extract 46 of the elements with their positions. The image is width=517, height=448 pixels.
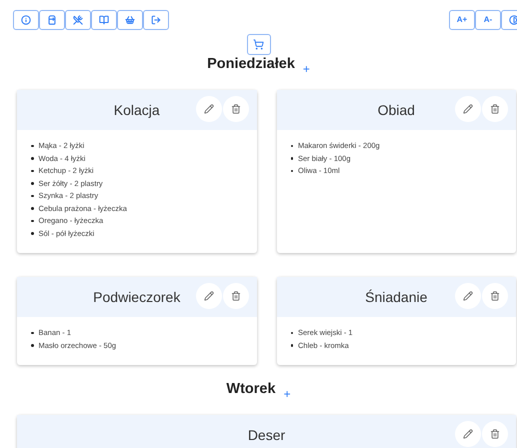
edit-button[interactable] xyxy=(455,283,481,309)
day-heading: Poniedziałek xyxy=(207,55,295,74)
edit-button[interactable] xyxy=(196,96,222,122)
day-heading: Wtorek xyxy=(226,380,276,400)
contrast-icon xyxy=(509,15,517,25)
delete-button[interactable] xyxy=(482,283,508,309)
utensils-icon xyxy=(73,15,83,25)
pencil-icon xyxy=(463,429,473,439)
pencil-icon xyxy=(463,104,473,114)
pencil-icon xyxy=(204,291,214,301)
cart-button[interactable] xyxy=(246,34,270,55)
toolbar-button[interactable] xyxy=(117,10,143,30)
toolbar-button[interactable] xyxy=(143,10,169,30)
toolbar-button[interactable] xyxy=(91,10,117,30)
info-icon xyxy=(21,15,31,25)
font-size-button[interactable]: A- xyxy=(475,10,501,30)
meal-title: Śniadanie xyxy=(365,288,428,306)
edit-button[interactable] xyxy=(455,421,481,447)
trash-icon xyxy=(490,291,500,301)
edit-button[interactable] xyxy=(196,283,222,309)
book-icon xyxy=(99,15,109,25)
basket-icon xyxy=(125,15,135,25)
trash-icon xyxy=(230,291,240,301)
pencil-icon xyxy=(204,104,214,114)
font-size-button[interactable]: A+ xyxy=(449,10,475,30)
delete-button[interactable] xyxy=(222,283,248,309)
meal-title: Deser xyxy=(248,426,286,444)
toolbar-button[interactable] xyxy=(13,10,39,30)
meal-title: Kolacja xyxy=(114,100,160,120)
delete-button[interactable] xyxy=(482,96,508,122)
delete-button[interactable] xyxy=(222,96,248,122)
trash-icon xyxy=(230,104,240,114)
meal-title: Podwieczorek xyxy=(93,288,180,306)
toolbar-button[interactable] xyxy=(39,10,65,30)
edit-button[interactable] xyxy=(455,96,481,122)
trash-icon xyxy=(490,429,500,439)
cart-icon xyxy=(253,39,264,50)
add-meal-button[interactable]: + xyxy=(302,62,310,76)
add-meal-button[interactable]: + xyxy=(284,387,291,401)
trash-icon xyxy=(490,104,500,114)
logout-icon xyxy=(151,15,161,25)
fridge-icon xyxy=(47,15,57,25)
toolbar-button[interactable] xyxy=(65,10,91,30)
pencil-icon xyxy=(463,291,473,301)
meal-title: Obiad xyxy=(378,100,415,120)
delete-button[interactable] xyxy=(482,421,508,447)
